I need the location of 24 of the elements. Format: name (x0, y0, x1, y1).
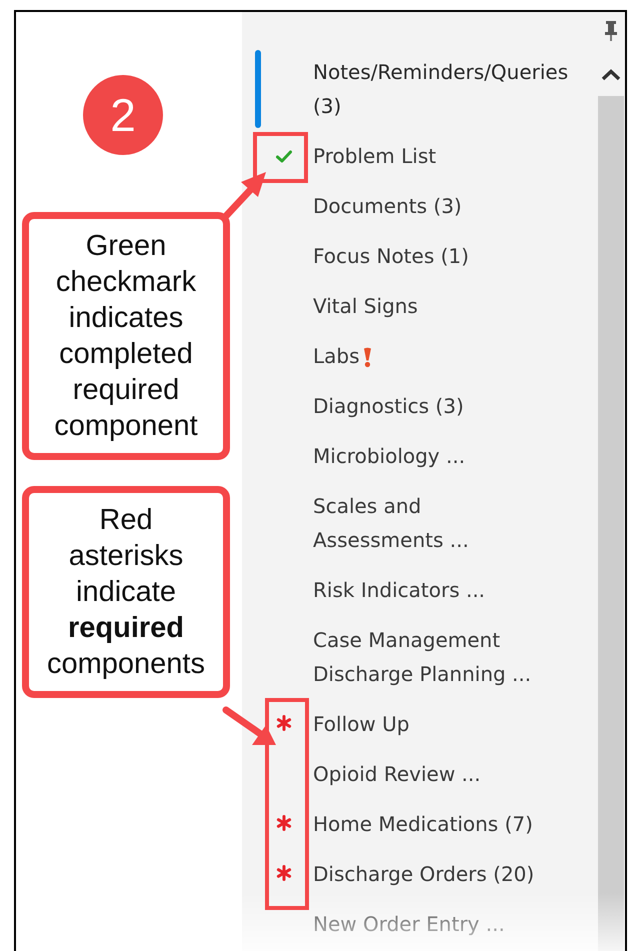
nav-item-label[interactable]: Diagnostics (3) (313, 389, 464, 423)
nav-item-label[interactable]: Risk Indicators ... (313, 573, 486, 607)
callout-arrow (222, 172, 266, 220)
callout-box: Red asterisks indicate required components (22, 486, 230, 698)
nav-item-label[interactable]: Follow Up (313, 707, 410, 741)
highlight-frame (253, 132, 308, 183)
nav-item-label[interactable]: Problem List (313, 139, 436, 173)
nav-item-label[interactable]: Microbiology ... (313, 439, 466, 473)
callout-box: Green checkmark indicates completed required component (22, 212, 230, 460)
nav-item-label[interactable]: Vital Signs (313, 289, 418, 323)
pin-icon[interactable] (605, 20, 617, 42)
nav-item-label[interactable]: Home Medications (7) (313, 807, 533, 841)
nav-item-label[interactable]: Focus Notes (1) (313, 239, 469, 273)
scrollbar-thumb[interactable] (598, 96, 624, 951)
nav-item-label[interactable]: Case Management Discharge Planning ... (313, 623, 532, 691)
nav-item-label[interactable]: Discharge Orders (20) (313, 857, 534, 891)
nav-item-label[interactable]: Scales and Assessments ... (313, 489, 469, 557)
nav-item-label[interactable]: Documents (3) (313, 189, 462, 223)
callout-arrow (222, 706, 276, 745)
step-badge: 2 (83, 75, 163, 155)
nav-item-label[interactable]: Labs (313, 339, 360, 373)
chevron-up-icon (601, 69, 621, 81)
nav-item-label[interactable]: Opioid Review ... (313, 757, 481, 791)
nav-item-label[interactable]: Notes/Reminders/Queries (3) (313, 55, 568, 123)
